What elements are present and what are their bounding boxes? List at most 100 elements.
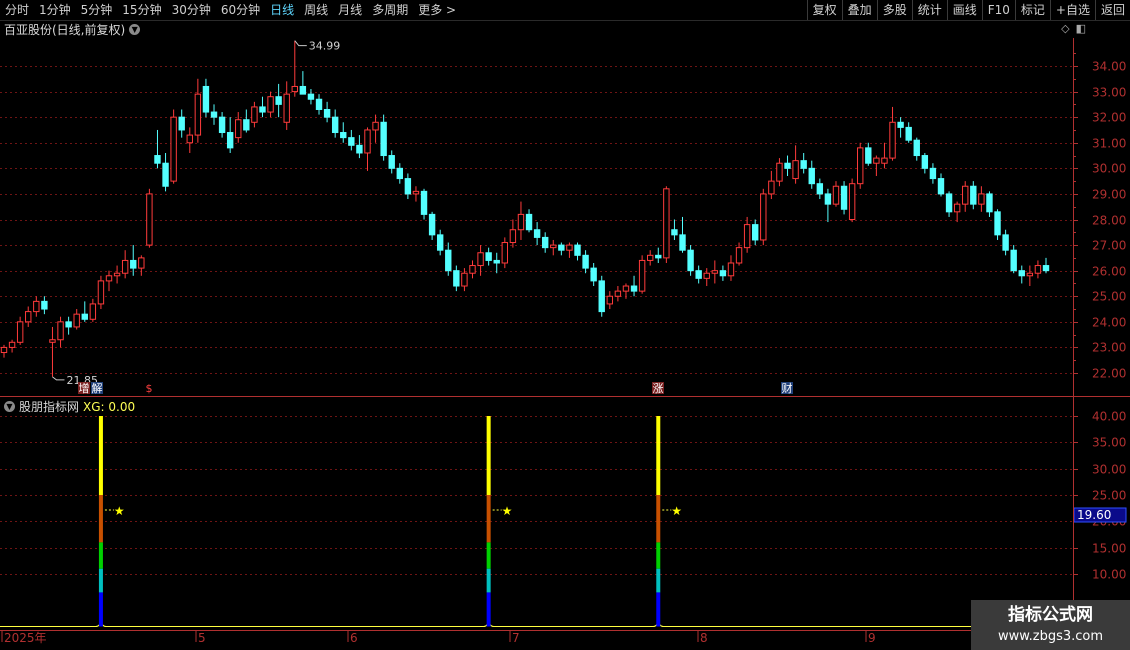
period-tab-7[interactable]: 周线 bbox=[299, 0, 333, 20]
candle-body bbox=[905, 126, 912, 141]
period-tab-9[interactable]: 多周期 bbox=[367, 0, 413, 20]
candle-body bbox=[606, 295, 614, 305]
candle-body bbox=[663, 188, 670, 259]
candle bbox=[138, 255, 145, 276]
star-icon: ★ bbox=[502, 504, 513, 518]
candle-body bbox=[396, 167, 403, 180]
period-tab-10[interactable]: 更多 > bbox=[413, 0, 461, 20]
candle bbox=[251, 101, 258, 128]
signal-bar-segment bbox=[486, 542, 491, 569]
event-marker-1: 解 bbox=[92, 381, 103, 395]
event-markers[interactable]: 增解 $ 涨 财 bbox=[78, 381, 793, 395]
candle-body bbox=[913, 139, 920, 157]
candle-body bbox=[679, 234, 686, 251]
candle-body bbox=[873, 157, 880, 164]
candle bbox=[808, 160, 815, 189]
candle bbox=[800, 152, 807, 174]
period-tab-4[interactable]: 30分钟 bbox=[167, 0, 216, 20]
candle-body bbox=[978, 193, 985, 205]
chevron-down-icon[interactable]: ▼ bbox=[4, 401, 15, 412]
axis-tick-label: 24.00 bbox=[1092, 316, 1126, 330]
candle-body bbox=[226, 132, 234, 149]
candle bbox=[170, 109, 177, 184]
indicator-axis-label: 10.00 bbox=[1092, 568, 1126, 582]
candle-body bbox=[97, 280, 105, 305]
signal-bar-segment bbox=[656, 495, 661, 543]
signal-bar-segment bbox=[486, 568, 491, 593]
candle-body bbox=[121, 259, 129, 274]
candle bbox=[89, 298, 97, 322]
signal-bar-segment bbox=[486, 495, 491, 543]
candle-body bbox=[994, 211, 1001, 236]
candle-body bbox=[832, 185, 840, 205]
diamond-icon[interactable]: ◇ bbox=[1061, 22, 1069, 35]
candle-body bbox=[1026, 272, 1034, 277]
candle-body bbox=[364, 129, 371, 154]
candle bbox=[154, 129, 161, 169]
axis-tick-label: 23.00 bbox=[1092, 341, 1126, 355]
candle-body bbox=[865, 147, 872, 164]
chart-canvas[interactable]: 34.00 33.00 32.00 31.00 30.00 29.00 28.00 27.00… bbox=[0, 0, 1130, 650]
candle-body bbox=[428, 213, 436, 236]
candle-body bbox=[436, 234, 444, 251]
candle-body bbox=[574, 244, 581, 256]
candle-body bbox=[848, 183, 856, 220]
toolbar-button-7[interactable]: +自选 bbox=[1049, 0, 1095, 20]
candle-body bbox=[550, 244, 557, 249]
toolbar-button-6[interactable]: 标记 bbox=[1014, 0, 1050, 20]
event-marker-2: $ bbox=[146, 382, 153, 395]
candle-body bbox=[210, 111, 218, 118]
candle bbox=[453, 265, 460, 292]
candle bbox=[1002, 229, 1009, 256]
signal-bar-segment bbox=[656, 416, 661, 495]
candle bbox=[695, 265, 702, 284]
candle bbox=[404, 173, 412, 200]
candle bbox=[566, 242, 573, 258]
period-tab-8[interactable]: 月线 bbox=[333, 0, 367, 20]
period-tab-1[interactable]: 1分钟 bbox=[34, 0, 76, 20]
candle-body bbox=[89, 303, 97, 320]
watermark: 指标公式网 www.zbgs3.com bbox=[971, 600, 1130, 650]
candle bbox=[760, 188, 767, 246]
signal-bar-segment bbox=[486, 416, 491, 495]
candle-body bbox=[461, 272, 468, 287]
candle bbox=[703, 268, 710, 287]
main-panel-title[interactable]: 百亚股份(日线,前复权) ▼ bbox=[4, 21, 141, 38]
period-tab-6[interactable]: 日线 bbox=[265, 0, 299, 20]
toolbar-button-8[interactable]: 返回 bbox=[1094, 0, 1130, 20]
toolbar-button-5[interactable]: F10 bbox=[981, 0, 1015, 20]
candle bbox=[477, 245, 484, 276]
toolbar-button-0[interactable]: 复权 bbox=[806, 0, 842, 20]
candle bbox=[307, 89, 315, 105]
period-tab-5[interactable]: 60分钟 bbox=[216, 0, 265, 20]
toolbar-button-3[interactable]: 统计 bbox=[911, 0, 947, 20]
candle-body bbox=[138, 257, 145, 269]
candle bbox=[1010, 245, 1017, 274]
candle bbox=[550, 239, 557, 256]
candle bbox=[905, 122, 912, 143]
candle-body bbox=[824, 193, 832, 205]
candle-body bbox=[453, 270, 460, 287]
candle-body bbox=[703, 272, 710, 279]
candle bbox=[65, 316, 72, 335]
toolbar-button-2[interactable]: 多股 bbox=[876, 0, 912, 20]
candle-body bbox=[784, 162, 791, 169]
indicator-panel-title[interactable]: ▼ 股朋指标网 XG: 0.00 bbox=[4, 398, 135, 415]
period-tab-2[interactable]: 5分钟 bbox=[76, 0, 118, 20]
candle-body bbox=[57, 321, 64, 341]
chevron-down-icon[interactable]: ▼ bbox=[129, 24, 141, 35]
candlestick-series bbox=[0, 40, 1050, 377]
candle-body bbox=[49, 339, 56, 343]
toolbar-button-4[interactable]: 画线 bbox=[946, 0, 982, 20]
candle-body bbox=[41, 300, 48, 310]
period-tab-3[interactable]: 15分钟 bbox=[117, 0, 166, 20]
panel-toggle-icon[interactable]: ◧ bbox=[1076, 22, 1086, 35]
indicator-xg-value: XG: 0.00 bbox=[83, 399, 136, 414]
candle bbox=[889, 106, 896, 161]
candle-body bbox=[768, 180, 775, 195]
candle bbox=[436, 229, 444, 256]
candle-body bbox=[105, 275, 113, 282]
period-tab-0[interactable]: 分时 bbox=[0, 0, 34, 20]
candle bbox=[897, 117, 904, 138]
toolbar-button-1[interactable]: 叠加 bbox=[841, 0, 877, 20]
